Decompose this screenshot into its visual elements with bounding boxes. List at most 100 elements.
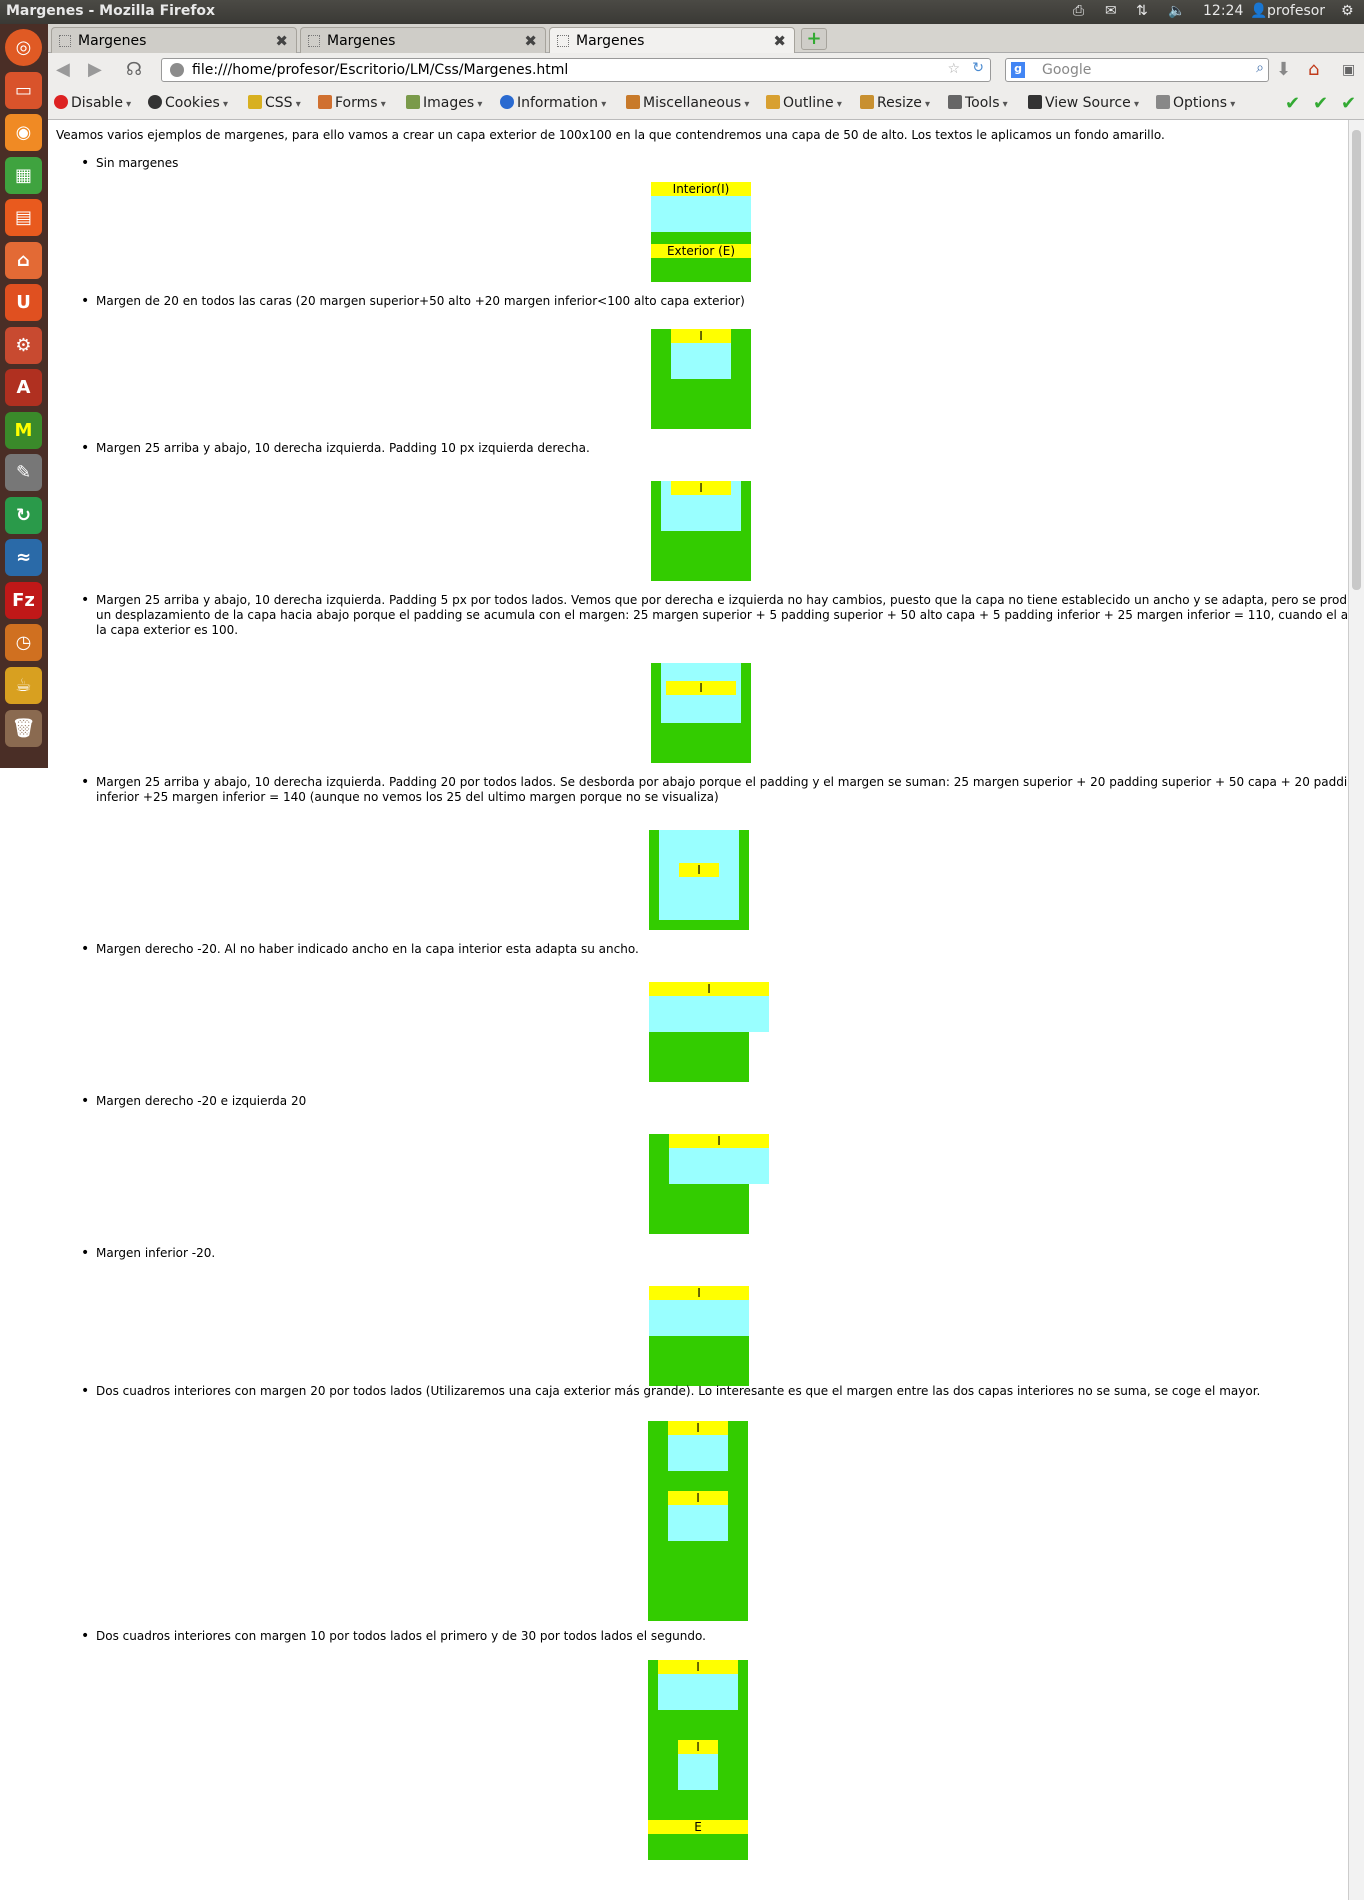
outer-box: I xyxy=(649,982,769,1082)
cookies-menu[interactable]: Cookies xyxy=(148,95,228,111)
google-engine-icon[interactable]: g xyxy=(1011,62,1025,78)
ubuntu-one-icon[interactable]: U xyxy=(5,284,42,321)
tab-label: Margenes xyxy=(576,33,645,49)
miscellaneous-icon xyxy=(626,95,640,109)
outer-box: I I xyxy=(648,1421,748,1621)
window-title: Margenes - Mozilla Firefox xyxy=(6,3,216,19)
inner-label: I xyxy=(649,1286,749,1300)
dash-home-icon[interactable]: ◎ xyxy=(5,29,42,66)
information-menu[interactable]: Information xyxy=(500,95,606,111)
software-center-icon[interactable]: ⌂ xyxy=(5,242,42,279)
acrobat-icon[interactable]: A xyxy=(5,369,42,406)
reload-icon[interactable]: ↻ xyxy=(972,60,984,76)
css-menu[interactable]: CSS xyxy=(248,95,301,111)
options-icon xyxy=(1156,95,1170,109)
home-icon[interactable]: ⌂ xyxy=(1308,59,1319,80)
cookies-icon xyxy=(148,95,162,109)
bookmark-star-icon[interactable]: ☆ xyxy=(947,61,960,77)
files-folder-icon[interactable]: ▭ xyxy=(5,72,42,109)
fullscreen-icon[interactable]: ▣ xyxy=(1342,62,1355,78)
tools-menu[interactable]: Tools xyxy=(948,95,1008,111)
close-tab-icon[interactable]: ✖ xyxy=(275,32,288,50)
view-source-icon xyxy=(1028,95,1042,109)
list-item: Margen de 20 en todos las caras (20 marg… xyxy=(81,294,1348,309)
user-name[interactable]: profesor xyxy=(1267,3,1325,19)
filezilla-icon[interactable]: Fz xyxy=(5,582,42,619)
tab-3-active[interactable]: Margenes ✖ xyxy=(549,27,795,53)
inner-label: I xyxy=(666,681,736,695)
css-valid-check-icon[interactable]: ✔ xyxy=(1285,93,1300,114)
vertical-scrollbar[interactable] xyxy=(1348,120,1364,1900)
new-tab-button[interactable]: + xyxy=(801,28,827,50)
forms-menu[interactable]: Forms xyxy=(318,95,386,111)
tab-2[interactable]: Margenes ✖ xyxy=(300,27,546,53)
outer-box: I xyxy=(649,1286,749,1386)
inner-box: Interior(I) xyxy=(651,182,751,232)
search-bar[interactable]: g Google ⌕ xyxy=(1005,58,1269,82)
view-source-menu[interactable]: View Source xyxy=(1028,95,1139,111)
url-text: file:///home/profesor/Escritorio/LM/Css/… xyxy=(192,62,569,78)
tab-bar: Margenes ✖ Margenes ✖ Margenes ✖ + xyxy=(48,24,1364,53)
list-item: Margen derecho -20. Al no haber indicado… xyxy=(81,942,1348,957)
inner-label: I xyxy=(668,1491,728,1505)
close-tab-icon[interactable]: ✖ xyxy=(773,32,786,50)
inner-label: I xyxy=(679,863,719,877)
settings-icon[interactable]: ⚙ xyxy=(5,327,42,364)
gear-icon[interactable]: ⚙ xyxy=(1341,3,1354,19)
web-developer-toolbar: Disable Cookies CSS Forms Images Informa… xyxy=(48,87,1364,120)
tab-1[interactable]: Margenes ✖ xyxy=(51,27,297,53)
teapot-icon[interactable]: ☕ xyxy=(5,667,42,704)
list-item: Margen derecho -20 e izquierda 20 xyxy=(81,1094,1348,1109)
outline-menu[interactable]: Outline xyxy=(766,95,842,111)
search-placeholder: Google xyxy=(1042,62,1092,78)
monodevelop-icon[interactable]: M xyxy=(5,412,42,449)
globe-icon xyxy=(170,63,184,77)
inner-label: I xyxy=(669,1134,769,1148)
inner-label: I xyxy=(671,481,731,495)
firefox-icon[interactable]: ◉ xyxy=(5,114,42,151)
back-arrow-icon[interactable]: ◀ xyxy=(56,59,70,80)
wireshark-icon[interactable]: ≈ xyxy=(5,539,42,576)
outer-label: E xyxy=(648,1820,748,1834)
mail-icon[interactable]: ✉ xyxy=(1105,3,1117,19)
system-top-panel: Margenes - Mozilla Firefox ⎙ ✉ ⇅ 🔈 12:24… xyxy=(0,0,1364,24)
outer-box: I xyxy=(649,830,749,930)
list-item: Dos cuadros interiores con margen 10 por… xyxy=(81,1629,1348,1644)
miscellaneous-menu[interactable]: Miscellaneous xyxy=(626,95,749,111)
resize-menu[interactable]: Resize xyxy=(860,95,930,111)
outer-label: Exterior (E) xyxy=(651,244,751,258)
search-icon[interactable]: ⌕ xyxy=(1256,60,1264,76)
disable-menu[interactable]: Disable xyxy=(54,95,131,111)
gimp-icon[interactable]: ✎ xyxy=(5,454,42,491)
list-item: Dos cuadros interiores con margen 20 por… xyxy=(81,1384,1348,1399)
close-tab-icon[interactable]: ✖ xyxy=(524,32,537,50)
network-icon[interactable]: ⇅ xyxy=(1136,3,1148,19)
volume-muted-icon[interactable]: 🔈 xyxy=(1168,3,1185,19)
spreadsheet-icon[interactable]: ▦ xyxy=(5,157,42,194)
scrollbar-thumb[interactable] xyxy=(1352,130,1361,590)
inner-label: I xyxy=(658,1660,738,1674)
url-bar[interactable]: file:///home/profesor/Escritorio/LM/Css/… xyxy=(161,58,991,82)
page-favicon-icon xyxy=(308,35,320,47)
outer-box: I xyxy=(649,1134,769,1234)
printer-icon[interactable]: ⎙ xyxy=(1073,3,1084,19)
forward-arrow-icon[interactable]: ▶ xyxy=(88,59,102,80)
inner-box: I xyxy=(669,1134,769,1184)
update-icon[interactable]: ↻ xyxy=(5,497,42,534)
js-valid-check-icon[interactable]: ✔ xyxy=(1341,93,1356,114)
inner-box: I xyxy=(658,1660,738,1710)
clock-app-icon[interactable]: ◷ xyxy=(5,624,42,661)
identity-icon[interactable]: ☊ xyxy=(126,59,142,80)
options-menu[interactable]: Options xyxy=(1156,95,1235,111)
clock[interactable]: 12:24 xyxy=(1203,3,1243,19)
inner-label: I xyxy=(649,982,769,996)
inner-box: I xyxy=(649,1286,749,1336)
images-menu[interactable]: Images xyxy=(406,95,482,111)
forms-icon xyxy=(318,95,332,109)
trash-icon[interactable]: 🗑 xyxy=(5,710,42,747)
inner-box: I xyxy=(661,481,741,531)
html-valid-check-icon[interactable]: ✔ xyxy=(1313,93,1328,114)
document-icon[interactable]: ▤ xyxy=(5,199,42,236)
page-favicon-icon xyxy=(59,35,71,47)
downloads-icon[interactable]: ⬇ xyxy=(1276,59,1291,80)
